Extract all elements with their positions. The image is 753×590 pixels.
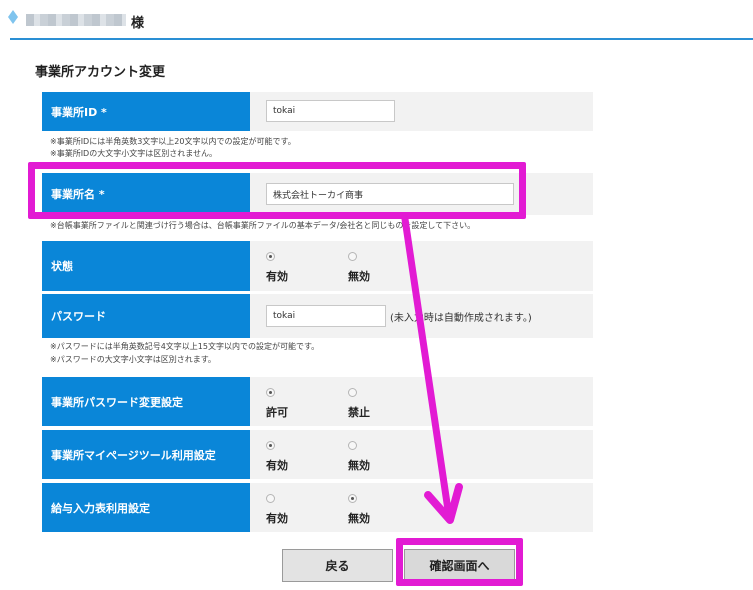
annotation-arrow: [401, 215, 463, 524]
